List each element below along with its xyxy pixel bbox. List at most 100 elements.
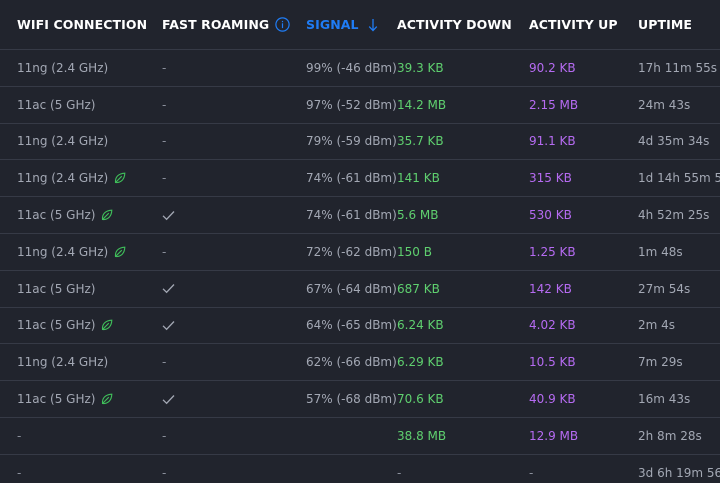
activity-up-cell: 1.25 KB [529,234,576,270]
activity-down-text: 687 KB [397,281,440,296]
table-row[interactable]: 11ng (2.4 GHz) - 72% (-62 dBm) 150 B 1.2… [0,234,720,271]
connection-cell: 11ng (2.4 GHz) [17,50,108,86]
activity-down-text: 6.29 KB [397,355,444,370]
fast-roaming-cell: - [162,124,166,160]
table-row[interactable]: - - 38.8 MB 12.9 MB 2h 8m 28s [0,418,720,455]
column-header-label: WIFI CONNECTION [17,17,148,32]
activity-down-cell: 6.24 KB [397,308,444,344]
fast-roaming-cell [162,381,175,417]
fast-roaming-cell: - [162,344,166,380]
activity-up-cell: 4.02 KB [529,308,576,344]
table-row[interactable]: - - - - 3d 6h 19m 56s [0,455,720,483]
uptime-cell: 1d 14h 55m 5s [638,160,720,196]
fast-roaming-cell [162,308,175,344]
table-row[interactable]: 11ac (5 GHz) 67% (-64 dBm) 687 KB 142 KB… [0,271,720,308]
signal-text: 74% (-61 dBm) [306,171,397,186]
table-row[interactable]: 11ac (5 GHz) - 97% (-52 dBm) 14.2 MB 2.1… [0,87,720,124]
activity-down-text: 150 B [397,244,432,259]
column-header-wifi-connection[interactable]: WIFI CONNECTION [17,0,147,49]
check-icon [162,210,175,221]
activity-up-text: 40.9 KB [529,392,576,407]
activity-down-cell: 39.3 KB [397,50,444,86]
table-row[interactable]: 11ng (2.4 GHz) - 79% (-59 dBm) 35.7 KB 9… [0,124,720,161]
connection-text: 11ng (2.4 GHz) [17,171,109,186]
activity-down-cell: 150 B [397,234,432,270]
connection-text: 11ng (2.4 GHz) [17,60,109,75]
connection-text: - [17,428,22,443]
uptime-text: 2h 8m 28s [638,428,702,443]
connection-text: 11ac (5 GHz) [17,318,96,333]
check-icon [162,320,175,331]
uptime-text: 24m 43s [638,97,691,112]
fast-roaming-cell: - [162,87,166,123]
activity-up-text: - [529,465,534,480]
fast-roaming-text: - [162,97,167,112]
activity-up-cell: 91.1 KB [529,124,576,160]
signal-text: 64% (-65 dBm) [306,318,397,333]
activity-down-cell: 141 KB [397,160,440,196]
activity-down-text: 6.24 KB [397,318,444,333]
uptime-cell: 4d 35m 34s [638,124,709,160]
signal-text: 57% (-68 dBm) [306,392,397,407]
column-header-fast-roaming[interactable]: FAST ROAMING [162,0,290,49]
leaf-icon [114,246,126,258]
fast-roaming-text: - [162,428,167,443]
leaf-icon [101,209,113,221]
activity-up-cell: 530 KB [529,197,572,233]
activity-up-cell: 142 KB [529,271,572,307]
activity-up-text: 10.5 KB [529,355,576,370]
activity-up-text: 90.2 KB [529,60,576,75]
activity-down-cell: 14.2 MB [397,87,446,123]
fast-roaming-text: - [162,465,167,480]
connection-cell: 11ng (2.4 GHz) [17,160,126,196]
table-row[interactable]: 11ac (5 GHz) 57% (-68 dBm) 70.6 KB 40.9 … [0,381,720,418]
column-header-signal[interactable]: SIGNAL [306,0,378,49]
info-icon[interactable] [275,17,290,32]
activity-down-text: 38.8 MB [397,428,447,443]
signal-cell: 74% (-61 dBm) [306,197,397,233]
uptime-cell: 27m 54s [638,271,690,307]
signal-cell: 74% (-61 dBm) [306,160,397,196]
signal-text: 97% (-52 dBm) [306,97,397,112]
uptime-cell: 1m 48s [638,234,683,270]
activity-down-text: 39.3 KB [397,60,444,75]
signal-text: 99% (-46 dBm) [306,60,397,75]
connection-text: 11ng (2.4 GHz) [17,355,109,370]
table-row[interactable]: 11ac (5 GHz) 64% (-65 dBm) 6.24 KB 4.02 … [0,308,720,345]
signal-text: 79% (-59 dBm) [306,134,397,149]
column-header-label: ACTIVITY DOWN [397,17,512,32]
column-header-activity-up[interactable]: ACTIVITY UP [529,0,618,49]
column-header-uptime[interactable]: UPTIME [638,0,692,49]
connection-cell: - [17,418,21,454]
signal-cell: 57% (-68 dBm) [306,381,397,417]
activity-up-text: 91.1 KB [529,134,576,149]
fast-roaming-cell: - [162,50,166,86]
connection-text: 11ac (5 GHz) [17,97,96,112]
activity-down-cell: 38.8 MB [397,418,446,454]
signal-text: 62% (-66 dBm) [306,355,397,370]
column-header-activity-down[interactable]: ACTIVITY DOWN [397,0,512,49]
activity-down-cell: - [397,455,401,483]
table-row[interactable]: 11ng (2.4 GHz) - 99% (-46 dBm) 39.3 KB 9… [0,50,720,87]
activity-down-text: 5.6 MB [397,208,439,223]
fast-roaming-text: - [162,355,167,370]
activity-down-text: - [397,465,402,480]
connection-text: 11ac (5 GHz) [17,208,96,223]
fast-roaming-text: - [162,60,167,75]
activity-down-text: 35.7 KB [397,134,444,149]
fast-roaming-cell: - [162,455,166,483]
activity-up-cell: 2.15 MB [529,87,578,123]
uptime-text: 3d 6h 19m 56s [638,465,720,480]
leaf-icon [114,172,126,184]
table-row[interactable]: 11ac (5 GHz) 74% (-61 dBm) 5.6 MB 530 KB… [0,197,720,234]
table-row[interactable]: 11ng (2.4 GHz) - 62% (-66 dBm) 6.29 KB 1… [0,344,720,382]
activity-down-cell: 35.7 KB [397,124,444,160]
activity-down-cell: 687 KB [397,271,440,307]
uptime-cell: 2h 8m 28s [638,418,702,454]
connection-cell: 11ng (2.4 GHz) [17,124,108,160]
signal-cell: 72% (-62 dBm) [306,234,397,270]
fast-roaming-text: - [162,244,167,259]
table-row[interactable]: 11ng (2.4 GHz) - 74% (-61 dBm) 141 KB 31… [0,160,720,198]
column-header-label: FAST ROAMING [162,17,270,32]
connection-text: 11ac (5 GHz) [17,281,96,296]
